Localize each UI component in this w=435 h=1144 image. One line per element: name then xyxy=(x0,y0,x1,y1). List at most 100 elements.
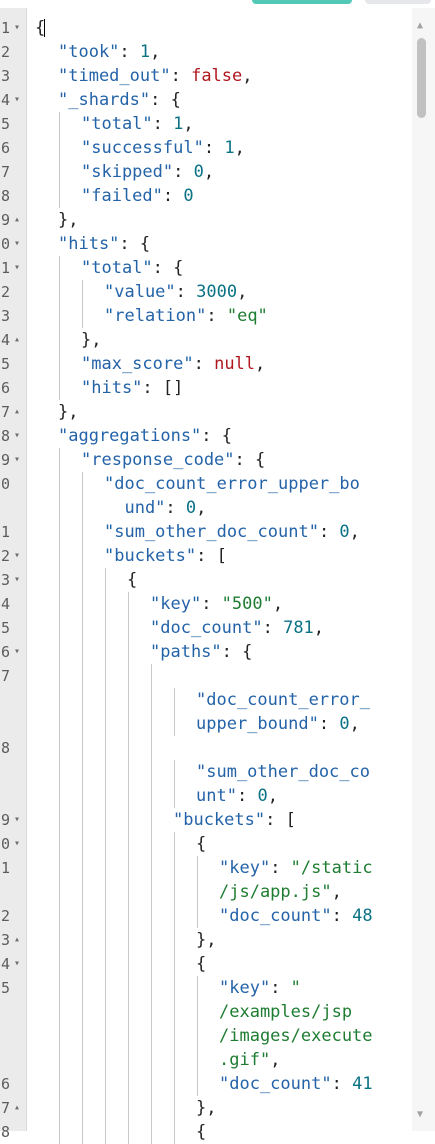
fold-arrow-down-icon[interactable]: ▾ xyxy=(12,832,22,856)
indent-guide xyxy=(174,904,175,928)
response-json-editor[interactable]: 1 ▾{2 "took": 1, 3 "timed_out": false, 4 ▾ "_sh… xyxy=(0,8,412,1144)
line-number: 3 xyxy=(0,67,10,85)
indent-guide xyxy=(82,616,83,640)
code-line: 30▾ { xyxy=(0,832,412,856)
scroll-up-arrow-icon[interactable]: ▲ xyxy=(417,20,423,31)
indent-guide xyxy=(82,808,83,832)
secondary-tab-button[interactable] xyxy=(365,0,431,4)
line-number: 10 xyxy=(0,235,10,253)
code-text: "successful": 1, xyxy=(81,136,245,160)
indent-guide xyxy=(59,880,60,904)
indent-guide xyxy=(105,568,106,592)
line-number: 19 xyxy=(0,451,10,469)
code-line: 12 "value": 3000, xyxy=(0,280,412,304)
indent-guide xyxy=(128,760,129,784)
indent-guide xyxy=(197,880,198,904)
line-number: 9 xyxy=(0,211,10,229)
fold-arrow-up-icon[interactable]: ▴ xyxy=(12,928,22,952)
fold-arrow-down-icon[interactable]: ▾ xyxy=(12,232,22,256)
vertical-scrollbar[interactable]: ▲ ▼ xyxy=(412,8,435,1131)
line-number: 28 xyxy=(0,739,10,757)
indent-guide xyxy=(59,160,60,184)
fold-arrow-down-icon[interactable]: ▾ xyxy=(12,448,22,472)
code-token: "doc_count_error_upper_bo xyxy=(104,474,360,494)
code-token: { xyxy=(196,1122,207,1142)
fold-arrow-down-icon[interactable]: ▾ xyxy=(12,568,22,592)
code-token: : [] xyxy=(142,378,184,398)
indent-guide xyxy=(174,712,175,736)
indent-guide xyxy=(59,520,60,544)
code-token: /js/app.js" xyxy=(219,882,332,902)
scrollbar-thumb[interactable] xyxy=(417,38,426,118)
fold-arrow-down-icon[interactable]: ▾ xyxy=(12,640,22,664)
fold-arrow-down-icon[interactable]: ▾ xyxy=(12,424,22,448)
code-text: }, xyxy=(81,328,101,352)
code-line: 2 "took": 1, xyxy=(0,40,412,64)
code-token: { xyxy=(196,834,207,854)
code-token: "doc_count" xyxy=(150,618,263,638)
code-token: "timed_out" xyxy=(58,66,171,86)
line-number: 15 xyxy=(0,355,10,373)
code-line: 35 "key": " xyxy=(0,976,412,1000)
code-text: "buckets": [ xyxy=(173,808,296,832)
indent-guide xyxy=(105,856,106,880)
code-token: "skipped" xyxy=(81,162,174,182)
code-token: "relation" xyxy=(104,306,207,326)
fold-arrow-up-icon[interactable]: ▴ xyxy=(12,400,22,424)
code-token: 0 xyxy=(183,186,194,206)
indent-guide xyxy=(128,856,129,880)
indent-guide xyxy=(105,832,106,856)
indent-guide xyxy=(59,472,60,496)
indent-guide xyxy=(59,352,60,376)
code-token: "successful" xyxy=(81,138,204,158)
code-token: , xyxy=(237,282,248,302)
code-text: "response_code": { xyxy=(81,448,265,472)
indent-guide xyxy=(59,856,60,880)
code-line: 11▾ "total": { xyxy=(0,256,412,280)
line-number: 31 xyxy=(0,859,10,877)
line-number: 1 xyxy=(0,19,10,37)
indent-guide xyxy=(105,712,106,736)
code-token: "paths" xyxy=(150,642,222,662)
code-line: 37▴}, xyxy=(0,1096,412,1120)
indent-guide xyxy=(82,784,83,808)
fold-arrow-down-icon[interactable]: ▾ xyxy=(12,808,22,832)
indent-guide xyxy=(82,1072,83,1096)
indent-guide xyxy=(174,1000,175,1024)
indent-guide xyxy=(105,1072,106,1096)
code-text: "doc_count": 41 xyxy=(219,1072,373,1096)
fold-arrow-down-icon[interactable]: ▾ xyxy=(12,16,22,40)
indent-guide xyxy=(174,760,175,784)
line-number: 25 xyxy=(0,619,10,637)
code-line: 19▾ "response_code": { xyxy=(0,448,412,472)
indent-guide xyxy=(82,280,83,304)
fold-arrow-up-icon[interactable]: ▴ xyxy=(12,328,22,352)
fold-arrow-down-icon[interactable]: ▾ xyxy=(12,88,22,112)
scroll-down-arrow-icon[interactable]: ▼ xyxy=(417,1109,423,1120)
fold-arrow-down-icon[interactable]: ▾ xyxy=(12,952,22,976)
code-line: 4 ▾ "_shards": { xyxy=(0,88,412,112)
indent-guide xyxy=(151,712,152,736)
code-line: 8 "failed": 0 xyxy=(0,184,412,208)
fold-arrow-up-icon[interactable]: ▴ xyxy=(12,1096,22,1120)
indent-guide xyxy=(82,640,83,664)
code-token: 0 xyxy=(339,714,350,734)
code-text: }, xyxy=(196,1096,216,1120)
fold-arrow-down-icon[interactable]: ▾ xyxy=(12,544,22,568)
indent-guide xyxy=(128,904,129,928)
indent-guide xyxy=(151,1120,152,1144)
code-token: "sum_other_doc_count" xyxy=(104,522,319,542)
indent-guide xyxy=(105,640,106,664)
run-request-button[interactable] xyxy=(252,0,352,4)
code-token: : { xyxy=(150,90,181,110)
fold-arrow-up-icon[interactable]: ▴ xyxy=(12,208,22,232)
code-token: : { xyxy=(234,450,266,470)
fold-arrow-down-icon[interactable]: ▾ xyxy=(12,256,22,280)
code-token: "_shards" xyxy=(58,90,151,110)
code-token: }, xyxy=(58,210,79,230)
line-number: 20 xyxy=(0,475,10,493)
indent-guide xyxy=(59,640,60,664)
code-token: "failed" xyxy=(81,186,163,206)
code-token: upper_bound" xyxy=(196,714,319,734)
indent-guide xyxy=(59,1048,60,1072)
